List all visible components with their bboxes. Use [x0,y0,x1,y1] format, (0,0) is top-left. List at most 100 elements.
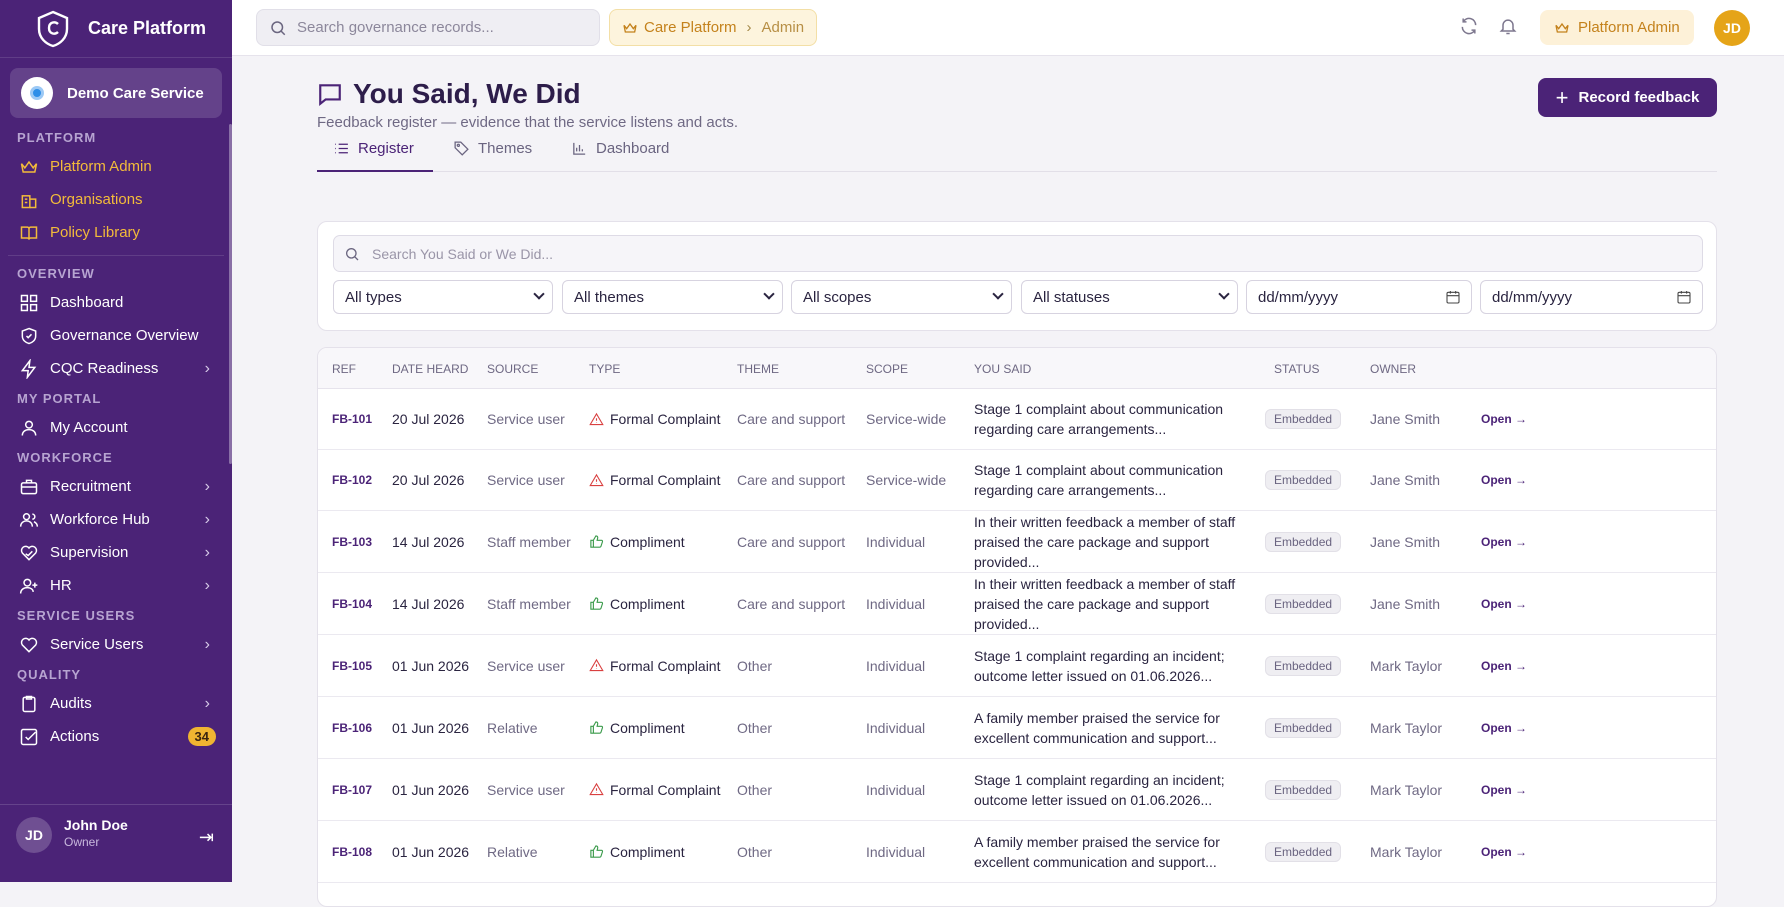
search-icon [346,247,359,260]
column-header-theme[interactable]: THEME [737,362,779,376]
date-to-input[interactable]: dd/mm/yyyy [1480,280,1703,314]
sidebar-item-label: Supervision [50,544,129,561]
refresh-icon[interactable] [1459,16,1481,38]
page-header: You Said, We Did [317,78,581,110]
ref-link[interactable]: FB-106 [332,721,372,735]
type-filter-select[interactable]: All types [333,280,553,314]
owner: Jane Smith [1370,533,1441,550]
sidebar-item-my-account[interactable]: My Account [0,411,232,444]
scope-filter-select[interactable]: All scopes [791,280,1012,314]
table-row[interactable]: FB-106 01 Jun 2026 Relative Compliment Other… [318,697,1716,759]
breadcrumb: Care Platform › Admin [609,9,818,46]
breadcrumb-root[interactable]: Care Platform [644,19,737,36]
ref-link[interactable]: FB-108 [332,845,372,859]
column-header-ref[interactable]: REF [332,362,356,376]
scope: Individual [866,719,926,736]
open-link[interactable]: Open → [1481,845,1527,859]
chevron-right-icon: › [204,635,210,653]
warning-triangle-icon [589,658,604,672]
table-row[interactable]: FB-101 20 Jul 2026 Service user Formal Comp… [318,389,1716,450]
chevron-down-icon [763,288,775,300]
table-row[interactable]: FB-107 01 Jun 2026 Service user Formal Comp… [318,759,1716,821]
sidebar-item-actions[interactable]: Actions 34 [0,720,232,753]
thumbs-up-icon [590,597,604,610]
table-row[interactable]: FB-102 20 Jul 2026 Service user Formal Comp… [318,450,1716,511]
ref-link[interactable]: FB-105 [332,659,372,673]
sidebar-item-organisations[interactable]: Organisations [0,183,232,216]
you-said-text: In their written feedback a member of st… [974,512,1274,572]
ref-link[interactable]: FB-104 [332,597,372,611]
owner: Jane Smith [1370,595,1441,612]
sidebar-item-workforce-hub[interactable]: Workforce Hub › [0,503,232,536]
table-body: FB-101 20 Jul 2026 Service user Formal Comp… [318,389,1716,883]
table-row[interactable]: FB-108 01 Jun 2026 Relative Compliment Other… [318,821,1716,883]
chevron-down-icon [992,288,1004,300]
ref-link[interactable]: FB-102 [332,473,372,487]
table-row[interactable]: FB-105 01 Jun 2026 Service user Formal Comp… [318,635,1716,697]
sidebar-item-service-users[interactable]: Service Users › [0,628,232,661]
sidebar-section-title: WORKFORCE [17,450,113,465]
sidebar-item-label: Recruitment [50,478,131,495]
sidebar-item-platform-admin[interactable]: Platform Admin [0,150,232,183]
theme: Other [737,843,773,860]
thumbs-up-icon [590,721,604,734]
column-header-you-said[interactable]: YOU SAID [974,362,1031,376]
open-link[interactable]: Open → [1481,659,1527,673]
platform-admin-badge[interactable]: Platform Admin [1540,10,1694,45]
sidebar-item-audits[interactable]: Audits › [0,687,232,720]
column-header-scope[interactable]: SCOPE [866,362,908,376]
status-filter-select[interactable]: All statuses [1021,280,1238,314]
sidebar-item-policy-library[interactable]: Policy Library [0,216,232,249]
ref-link[interactable]: FB-107 [332,783,372,797]
column-header-date-heard[interactable]: DATE HEARD [392,362,468,376]
ref-link[interactable]: FB-103 [332,535,372,549]
open-link[interactable]: Open → [1481,412,1527,426]
theme-filter-select[interactable]: All themes [562,280,783,314]
global-search-input[interactable]: Search governance records... [256,9,600,46]
bell-icon[interactable] [1498,16,1520,38]
chevron-down-icon [1218,288,1230,300]
type-filter-value: All types [345,288,402,306]
table-row[interactable]: FB-103 14 Jul 2026 Staff member Compliment C… [318,511,1716,573]
thumbs-up-icon [590,845,604,858]
column-header-source[interactable]: SOURCE [487,362,538,376]
register-search-input[interactable]: Search You Said or We Did... [333,235,1703,272]
tab-dashboard[interactable]: Dashboard [571,140,669,172]
breadcrumb-current[interactable]: Admin [762,19,805,36]
tab-themes[interactable]: Themes [453,140,532,172]
column-header-type[interactable]: TYPE [589,362,620,376]
sidebar-scrollbar[interactable] [229,124,232,464]
open-link[interactable]: Open → [1481,473,1527,487]
column-header-owner[interactable]: OWNER [1370,362,1416,376]
sidebar-item-supervision[interactable]: Supervision › [0,536,232,569]
avatar[interactable]: JD [1714,10,1750,46]
tab-register[interactable]: Register [317,140,433,172]
search-icon [271,20,286,35]
owner: Jane Smith [1370,411,1441,427]
sidebar-item-recruitment[interactable]: Recruitment › [0,470,232,503]
open-link[interactable]: Open → [1481,783,1527,797]
open-link[interactable]: Open → [1481,597,1527,611]
feedback-type: Compliment [589,844,685,860]
logout-icon[interactable]: ⇥ [199,827,214,848]
user-avatar[interactable]: JD [16,817,52,853]
open-link[interactable]: Open → [1481,721,1527,735]
date-heard: 14 Jul 2026 [392,533,465,550]
status-filter-value: All statuses [1033,288,1110,306]
open-link[interactable]: Open → [1481,535,1527,549]
record-feedback-button[interactable]: + Record feedback [1538,78,1717,117]
date-from-input[interactable]: dd/mm/yyyy [1246,280,1472,314]
org-switcher[interactable]: Demo Care Service [10,68,222,118]
table-row[interactable]: FB-104 14 Jul 2026 Staff member Compliment C… [318,573,1716,635]
sidebar-item-dashboard[interactable]: Dashboard [0,286,232,319]
shield-icon [18,325,40,347]
sidebar-item-cqc-readiness[interactable]: CQC Readiness › [0,352,232,385]
ref-link[interactable]: FB-101 [332,412,372,426]
brand[interactable]: Care Platform [0,0,232,58]
owner: Mark Taylor [1370,657,1443,674]
column-header-status[interactable]: STATUS [1274,362,1320,376]
table-header: REF DATE HEARD SOURCE TYPE THEME SCOPE YOU SAI… [318,348,1716,389]
sidebar-item-governance-overview[interactable]: Governance Overview [0,319,232,352]
sidebar-item-hr[interactable]: HR › [0,569,232,602]
status-badge: Embedded [1265,409,1342,429]
